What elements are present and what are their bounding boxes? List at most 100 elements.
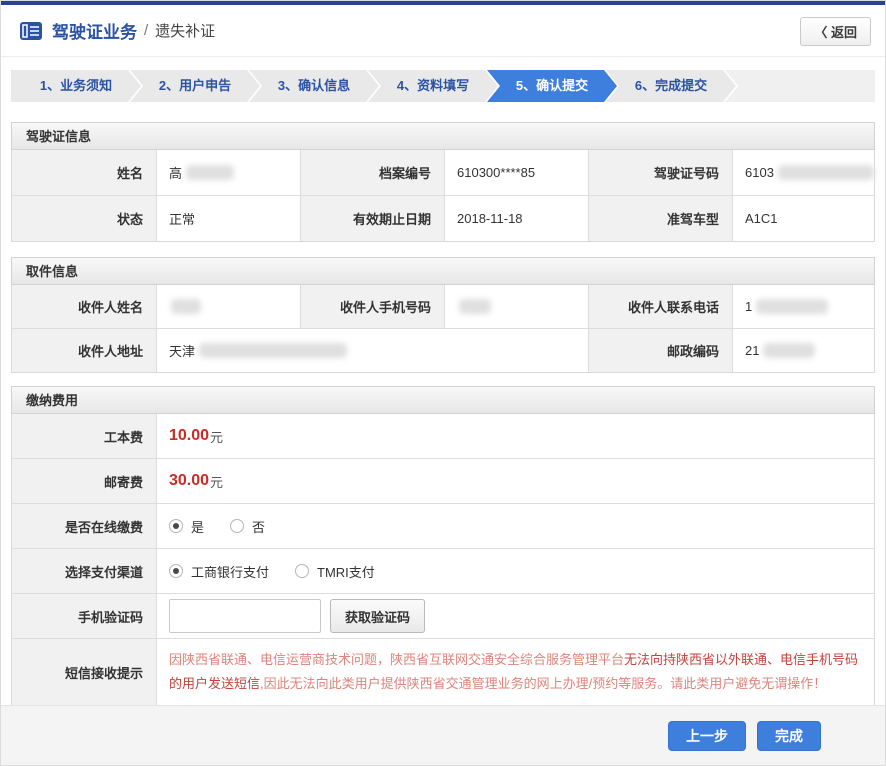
fees-section: 缴纳费用 工本费 10.00元 邮寄费 30.00元 是否在线缴费 是 否 选择… xyxy=(11,386,875,706)
file-number-label: 档案编号 xyxy=(300,150,444,195)
radio-unselected-icon[interactable] xyxy=(230,519,244,533)
sms-code-input[interactable] xyxy=(169,599,321,633)
cost-fee-unit: 元 xyxy=(210,427,223,446)
postage-fee-unit: 元 xyxy=(210,472,223,491)
breadcrumb-separator: / xyxy=(144,22,148,39)
radio-online-yes[interactable]: 是 xyxy=(169,517,204,536)
radio-selected-icon[interactable] xyxy=(169,519,183,533)
recipient-mobile-value xyxy=(444,285,588,328)
recipient-phone-text: 1 xyxy=(745,299,752,314)
step-4-fill-data: 4、资料填写 xyxy=(368,70,498,102)
page: 驾驶证业务 / 遗失补证 〈 返回 1、业务须知 2、用户申告 3、确认信息 4… xyxy=(0,0,886,766)
recipient-name-label: 收件人姓名 xyxy=(12,285,156,328)
radio-selected-icon[interactable] xyxy=(169,564,183,578)
pickup-info-section-title: 取件信息 xyxy=(11,257,875,285)
cost-fee-value: 10.00元 xyxy=(156,414,874,458)
license-info-section: 驾驶证信息 姓名 高 档案编号 610300****85 驾驶证号码 6103 … xyxy=(11,122,875,242)
step-bar-filler xyxy=(725,70,875,102)
postage-fee-value: 30.00元 xyxy=(156,459,874,503)
cost-fee-amount: 10.00 xyxy=(169,427,209,445)
table-row: 工本费 10.00元 xyxy=(12,414,874,458)
license-number-label: 驾驶证号码 xyxy=(588,150,732,195)
file-number-value: 610300****85 xyxy=(444,150,588,195)
pickup-info-section: 取件信息 收件人姓名 收件人手机号码 收件人联系电话 1 收件人地址 天津 邮政… xyxy=(11,257,875,373)
recipient-phone-value: 1 xyxy=(732,285,874,328)
back-chevron-icon: 〈 xyxy=(814,25,827,40)
radio-unselected-icon[interactable] xyxy=(295,564,309,578)
radio-channel-icbc-label: 工商银行支付 xyxy=(191,562,269,581)
footer-bar: 上一步 完成 xyxy=(1,705,885,765)
notice-part1: 因陕西省联通、电信运营商技术问题，陕西省互联网交通安全综合服务管理平台 xyxy=(169,652,624,667)
table-row: 姓名 高 档案编号 610300****85 驾驶证号码 6103 xyxy=(12,150,874,195)
table-row: 收件人地址 天津 邮政编码 21 xyxy=(12,328,874,372)
license-number-value: 6103 xyxy=(732,150,874,195)
redaction-blur xyxy=(199,343,347,358)
redaction-blur xyxy=(459,299,491,314)
step-3-confirm-info: 3、确认信息 xyxy=(249,70,379,102)
notice-part3: ,因此无法向此类用户提供陕西省交通管理业务的网上办理/预约等服务。请此类用户避免… xyxy=(260,676,826,691)
table-row: 状态 正常 有效期止日期 2018-11-18 准驾车型 A1C1 xyxy=(12,195,874,241)
expiry-value: 2018-11-18 xyxy=(444,196,588,241)
radio-online-yes-label: 是 xyxy=(191,517,204,536)
radio-channel-tmri[interactable]: TMRI支付 xyxy=(295,562,375,581)
table-row: 收件人姓名 收件人手机号码 收件人联系电话 1 xyxy=(12,285,874,328)
status-value: 正常 xyxy=(156,196,300,241)
vehicle-type-label: 准驾车型 xyxy=(588,196,732,241)
table-row: 邮寄费 30.00元 xyxy=(12,458,874,503)
redaction-blur xyxy=(186,165,234,180)
license-number-text: 6103 xyxy=(745,165,774,180)
finish-button[interactable]: 完成 xyxy=(757,721,821,751)
online-payment-label: 是否在线缴费 xyxy=(12,504,156,548)
step-1-business-notice: 1、业务须知 xyxy=(11,70,141,102)
redaction-blur xyxy=(763,343,815,358)
expiry-label: 有效期止日期 xyxy=(300,196,444,241)
table-row: 选择支付渠道 工商银行支付 TMRI支付 xyxy=(12,548,874,593)
get-sms-code-button[interactable]: 获取验证码 xyxy=(330,599,425,633)
name-value-text: 高 xyxy=(169,163,182,182)
table-row: 短信接收提示 因陕西省联通、电信运营商技术问题，陕西省互联网交通安全综合服务管理… xyxy=(12,638,874,705)
radio-channel-icbc[interactable]: 工商银行支付 xyxy=(169,562,269,581)
radio-online-no-label: 否 xyxy=(252,517,265,536)
postage-fee-label: 邮寄费 xyxy=(12,459,156,503)
step-wizard: 1、业务须知 2、用户申告 3、确认信息 4、资料填写 5、确认提交 6、完成提… xyxy=(11,70,875,102)
postcode-text: 21 xyxy=(745,343,759,358)
sms-code-field: 获取验证码 xyxy=(156,594,874,638)
payment-channel-label: 选择支付渠道 xyxy=(12,549,156,593)
postcode-label: 邮政编码 xyxy=(588,329,732,372)
postcode-value: 21 xyxy=(732,329,874,372)
redaction-blur xyxy=(778,165,874,180)
table-row: 手机验证码 获取验证码 xyxy=(12,593,874,638)
recipient-address-text: 天津 xyxy=(169,341,195,360)
pickup-info-table: 收件人姓名 收件人手机号码 收件人联系电话 1 收件人地址 天津 邮政编码 21 xyxy=(11,285,875,373)
payment-channel-options: 工商银行支付 TMRI支付 xyxy=(156,549,874,593)
breadcrumb-current: 遗失补证 xyxy=(155,20,215,41)
recipient-mobile-label: 收件人手机号码 xyxy=(300,285,444,328)
radio-channel-tmri-label: TMRI支付 xyxy=(317,562,375,581)
recipient-phone-label: 收件人联系电话 xyxy=(588,285,732,328)
sms-code-label: 手机验证码 xyxy=(12,594,156,638)
sms-notice-text: 因陕西省联通、电信运营商技术问题，陕西省互联网交通安全综合服务管理平台无法向持陕… xyxy=(169,652,858,691)
fees-table: 工本费 10.00元 邮寄费 30.00元 是否在线缴费 是 否 选择支付渠道 … xyxy=(11,414,875,706)
redaction-blur xyxy=(171,299,201,314)
step-6-complete-submit: 6、完成提交 xyxy=(606,70,736,102)
previous-step-button[interactable]: 上一步 xyxy=(668,721,746,751)
license-info-section-title: 驾驶证信息 xyxy=(11,122,875,150)
table-row: 是否在线缴费 是 否 xyxy=(12,503,874,548)
vehicle-type-value: A1C1 xyxy=(732,196,874,241)
redaction-blur xyxy=(756,299,828,314)
sms-notice-value: 因陕西省联通、电信运营商技术问题，陕西省互联网交通安全综合服务管理平台无法向持陕… xyxy=(156,639,874,705)
back-button-label: 返回 xyxy=(831,25,857,40)
postage-fee-amount: 30.00 xyxy=(169,472,209,490)
recipient-address-label: 收件人地址 xyxy=(12,329,156,372)
status-label: 状态 xyxy=(12,196,156,241)
back-button[interactable]: 〈 返回 xyxy=(800,17,871,46)
radio-online-no[interactable]: 否 xyxy=(230,517,265,536)
fees-section-title: 缴纳费用 xyxy=(11,386,875,414)
license-form-icon xyxy=(19,21,43,41)
name-value: 高 xyxy=(156,150,300,195)
step-5-confirm-submit-active: 5、确认提交 xyxy=(487,70,617,102)
license-info-table: 姓名 高 档案编号 610300****85 驾驶证号码 6103 状态 正常 … xyxy=(11,150,875,242)
name-label: 姓名 xyxy=(12,150,156,195)
page-header: 驾驶证业务 / 遗失补证 〈 返回 xyxy=(1,5,885,57)
cost-fee-label: 工本费 xyxy=(12,414,156,458)
